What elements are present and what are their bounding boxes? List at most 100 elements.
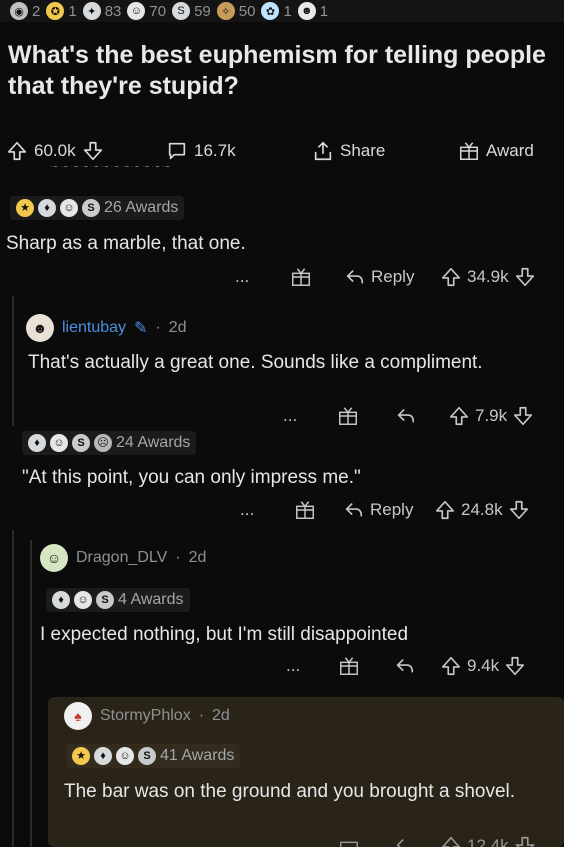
thread-line — [30, 540, 32, 847]
avatar[interactable]: ♠ — [64, 702, 92, 730]
comment-author: ♠ StormyPhlox · 2d — [64, 702, 230, 730]
share-button[interactable]: Share — [312, 140, 385, 162]
downvote-icon[interactable] — [508, 499, 530, 521]
reply-icon — [343, 499, 365, 521]
award-bar-item[interactable]: ☻ 1 — [297, 2, 328, 20]
separator-dot: · — [198, 707, 205, 724]
award-bar-item[interactable]: ✪ 1 — [46, 2, 77, 20]
gift-icon[interactable] — [290, 266, 312, 288]
helpful-award-icon: ♦ — [38, 199, 56, 217]
award-bar-item[interactable]: ✿ 1 — [261, 2, 292, 20]
comment-awards[interactable]: ♦ ☺ S 4 Awards — [46, 588, 190, 612]
username[interactable]: Dragon_DLV — [76, 549, 167, 567]
silver-s-award-icon: S — [138, 747, 156, 765]
downvote-icon[interactable] — [82, 140, 104, 162]
comment-author: ☺ Dragon_DLV · 2d — [40, 544, 206, 572]
reply-icon — [344, 266, 366, 288]
moderator-icon: ✎ — [134, 320, 148, 337]
comment-text: That's actually a great one. Sounds like… — [28, 352, 483, 373]
more-options-button[interactable]: ... — [235, 267, 249, 287]
comment-actions: ... Reply 34.9k — [0, 265, 564, 289]
reply-icon[interactable] — [395, 405, 417, 427]
upvote-icon[interactable] — [440, 655, 462, 677]
comment-text: "At this point, you can only impress me.… — [22, 467, 361, 488]
comment-vote-group: 24.8k — [434, 499, 530, 521]
comments-button[interactable]: 16.7k — [166, 140, 236, 162]
award-bar-item[interactable]: ✦ 83 — [82, 2, 121, 20]
comment-actions: ... 9.4k — [0, 654, 564, 678]
awards-count: 24 Awards — [116, 434, 191, 451]
face-award-icon: ☻ — [297, 2, 316, 20]
reply-icon[interactable] — [394, 655, 416, 677]
username[interactable]: StormyPhlox — [100, 707, 191, 725]
vote-count: 34.9k — [467, 267, 509, 286]
reply-button[interactable]: Reply — [343, 499, 413, 521]
award-bar-item[interactable]: S 59 — [172, 2, 211, 20]
comment-awards[interactable]: ★ ♦ ☺ S 26 Awards — [10, 196, 185, 220]
upvote-icon[interactable] — [440, 266, 462, 288]
avatar[interactable]: ☻ — [26, 314, 54, 342]
comment-text: The bar was on the ground and you brough… — [64, 781, 516, 802]
silver-s-award-icon: S — [72, 434, 90, 452]
more-options-button[interactable]: ... — [286, 656, 300, 676]
post-upvote-count: 60.0k — [34, 141, 76, 160]
wholesome-award-icon: ☺ — [116, 747, 134, 765]
cut-off-username: ~~~~~~~~~~~~ — [50, 166, 173, 174]
comment-count: 16.7k — [194, 141, 236, 160]
avatar[interactable]: ☺ — [40, 544, 68, 572]
post-vote-group: 60.0k — [6, 140, 104, 162]
awards-count: 4 Awards — [118, 591, 184, 608]
comment-bubble-icon — [166, 140, 188, 162]
share-label: Share — [340, 141, 386, 160]
comment-awards[interactable]: ★ ♦ ☺ S 41 Awards — [66, 744, 241, 768]
more-options-button[interactable]: ... — [283, 406, 297, 426]
reply-button[interactable]: Reply — [344, 266, 414, 288]
wholesome-award-icon: ☺ — [60, 199, 78, 217]
helpful-award-icon: ♦ — [28, 434, 46, 452]
silver-award-icon: ◉ — [10, 2, 28, 20]
comment-vote-group: 12.4k — [440, 835, 536, 847]
silver-s-award-icon: S — [82, 199, 100, 217]
reddit-thread-screen: ◉ 2 ✪ 1 ✦ 83 ☺ 70 S 59 ✧ 50 ✿ 1 ☻ 1 What's the best eup… — [0, 0, 564, 847]
downvote-icon[interactable] — [504, 655, 526, 677]
separator-dot: · — [175, 549, 181, 566]
comment-actions: ... 7.9k — [0, 404, 564, 428]
award-count: 59 — [194, 2, 211, 20]
comment-author: ☻ lientubay ✎ · 2d — [26, 314, 187, 342]
helpful-award-icon: ♦ — [94, 747, 112, 765]
comment-age: 2d — [188, 549, 207, 566]
comment-awards[interactable]: ♦ ☺ S ☹ 24 Awards — [22, 431, 197, 455]
reply-label: Reply — [371, 267, 415, 286]
award-count: 1 — [68, 2, 77, 20]
downvote-icon[interactable] — [514, 266, 536, 288]
upvote-icon[interactable] — [6, 140, 28, 162]
username[interactable]: lientubay — [62, 319, 126, 337]
gift-icon[interactable] — [338, 655, 360, 677]
upvote-icon[interactable] — [448, 405, 470, 427]
upvote-icon[interactable] — [440, 835, 462, 847]
downvote-icon[interactable] — [512, 405, 534, 427]
comment-actions: 12.4k — [0, 834, 564, 847]
gift-icon[interactable] — [338, 835, 360, 847]
reply-icon[interactable] — [394, 835, 416, 847]
award-bar-item[interactable]: ☺ 70 — [127, 2, 166, 20]
upvote-icon[interactable] — [434, 499, 456, 521]
more-options-button[interactable]: ... — [240, 500, 254, 520]
downvote-icon[interactable] — [514, 835, 536, 847]
rocket-award-icon: ✧ — [216, 2, 235, 20]
vote-count: 7.9k — [475, 406, 508, 425]
award-button[interactable]: Award — [458, 140, 534, 162]
gold-award-icon: ★ — [72, 747, 90, 765]
comment-age: 2d — [168, 319, 187, 336]
award-bar-item[interactable]: ◉ 2 — [10, 2, 40, 20]
gift-icon[interactable] — [294, 499, 316, 521]
award-bar-item[interactable]: ✧ 50 — [216, 2, 255, 20]
separator-dot: · — [155, 319, 161, 336]
bless-award-icon: ✿ — [261, 2, 280, 20]
gift-icon[interactable] — [337, 405, 359, 427]
silver-s-award-icon: S — [96, 591, 114, 609]
award-count: 2 — [32, 2, 41, 20]
comment-text: Sharp as a marble, that one. — [6, 233, 246, 254]
reply-label: Reply — [370, 500, 414, 519]
post-award-bar[interactable]: ◉ 2 ✪ 1 ✦ 83 ☺ 70 S 59 ✧ 50 ✿ 1 ☻ 1 — [0, 0, 564, 22]
